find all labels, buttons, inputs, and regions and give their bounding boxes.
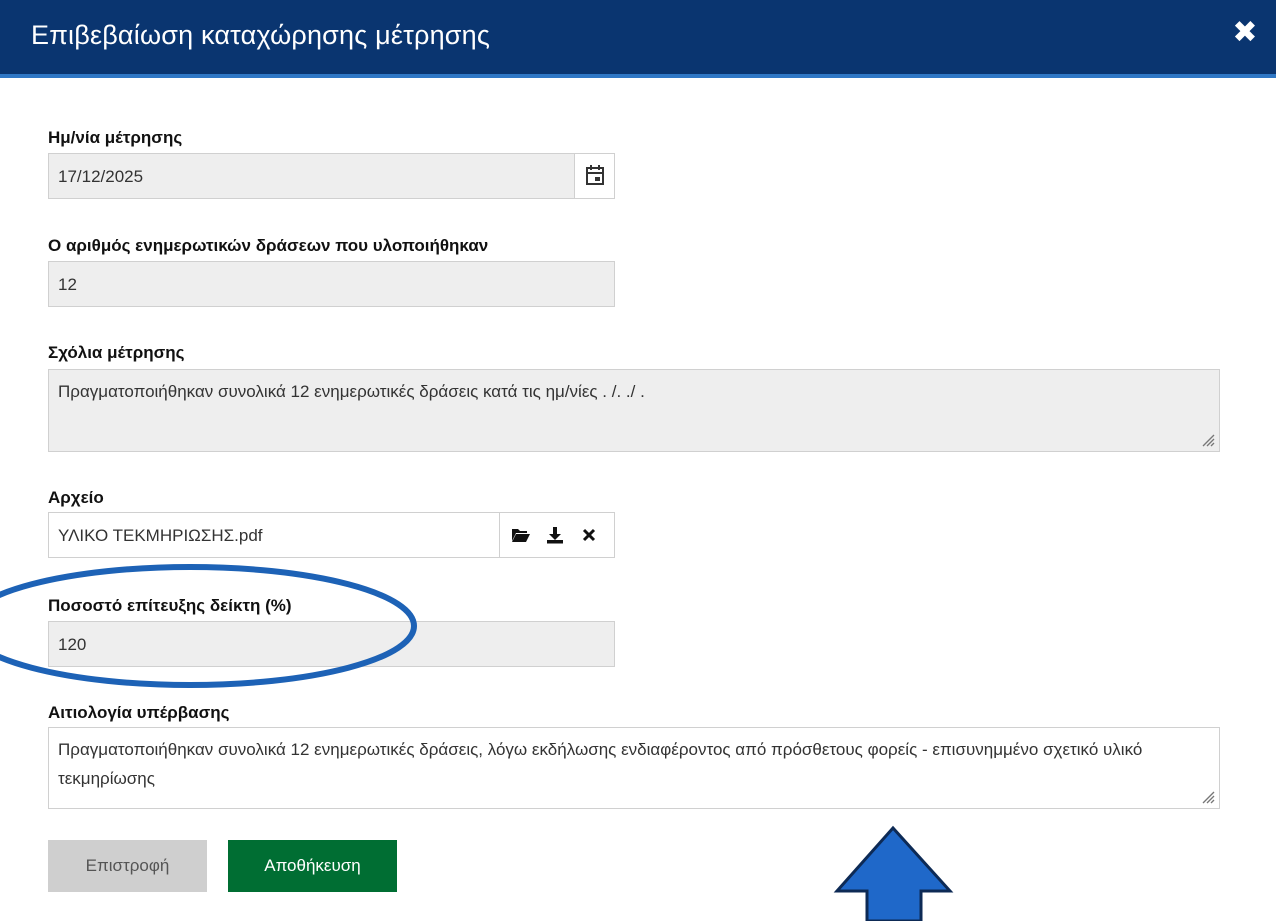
up-arrow-annotation [833, 825, 954, 921]
annotation-overlay [0, 564, 954, 921]
highlight-ellipse [0, 564, 417, 688]
measurement-confirmation-dialog: Επιβεβαίωση καταχώρησης μέτρησης ✖ Ημ/νί… [0, 0, 1276, 921]
